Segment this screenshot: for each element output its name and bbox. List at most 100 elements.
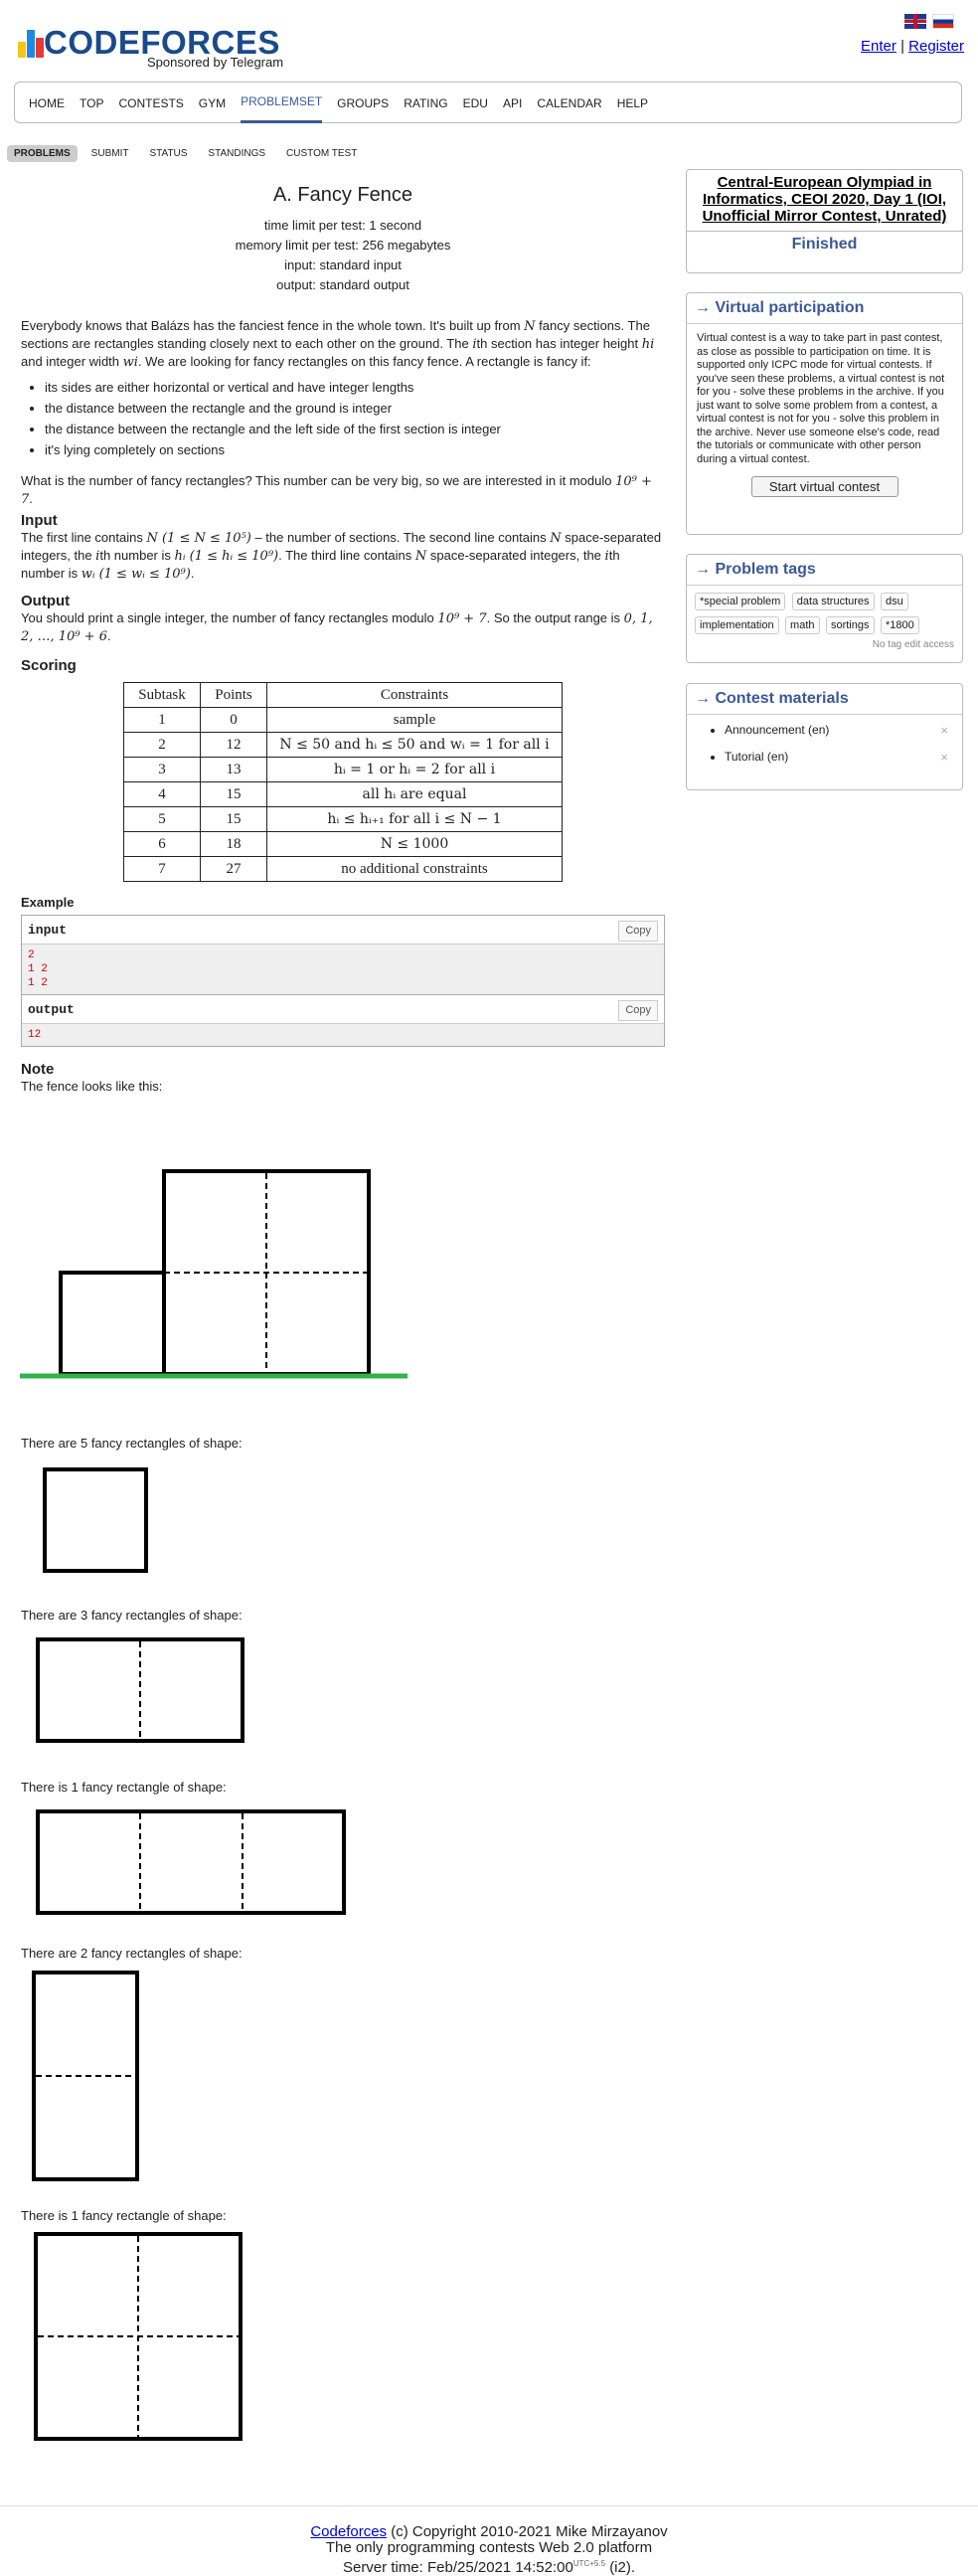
input-text: space-separated integers, the bbox=[429, 548, 601, 563]
scoring-title: Scoring bbox=[21, 657, 77, 674]
subtask-cell: 3 bbox=[123, 757, 201, 782]
input-text: th number is bbox=[99, 548, 171, 563]
menu-rating[interactable]: Rating bbox=[404, 83, 447, 124]
no-tag-edit-note: No tag edit access bbox=[872, 639, 954, 650]
points-cell: 13 bbox=[200, 757, 267, 782]
constraint-cell: all hᵢ are equal bbox=[266, 781, 563, 807]
main-menu: Home Top Contests Gym Problemset Groups … bbox=[14, 82, 962, 123]
tag-chip[interactable]: sortings bbox=[825, 616, 875, 634]
footer-tagline: The only programming contests Web 2.0 pl… bbox=[325, 2539, 653, 2556]
menu-groups[interactable]: Groups bbox=[337, 83, 389, 124]
output-text: You should print a single integer, the n… bbox=[21, 610, 434, 625]
footer-codeforces-link[interactable]: Codeforces bbox=[310, 2523, 387, 2540]
server-time-text: Server time: Feb/25/2021 14:52:00 bbox=[342, 2559, 573, 2576]
input-spec: The first line contains N (1 ≤ N ≤ 10⁵) … bbox=[21, 530, 662, 582]
close-icon[interactable]: × bbox=[940, 750, 948, 765]
shape-outline bbox=[36, 1809, 346, 1915]
copy-output-button[interactable]: Copy bbox=[618, 1000, 658, 1021]
enter-link[interactable]: Enter bbox=[861, 38, 896, 55]
tag-chip[interactable]: data structures bbox=[791, 593, 875, 610]
math-modulo: 10⁹ + 7 bbox=[437, 611, 487, 626]
table-row: 4 15 all hᵢ are equal bbox=[123, 781, 563, 807]
shape-caption: There are 5 fancy rectangles of shape: bbox=[21, 1436, 243, 1451]
announcement-link[interactable]: Announcement (en) bbox=[725, 723, 829, 737]
menu-calendar[interactable]: Calendar bbox=[537, 83, 601, 124]
input-text: . The third line contains bbox=[278, 548, 412, 563]
menu-api[interactable]: API bbox=[503, 83, 522, 124]
shape-caption: There is 1 fancy rectangle of shape: bbox=[21, 2208, 227, 2223]
output-text: . So the output range is bbox=[486, 610, 621, 625]
tag-chip[interactable]: *special problem bbox=[695, 593, 786, 610]
shape-2x1-figure bbox=[36, 1637, 244, 1743]
math-n: N bbox=[524, 319, 536, 334]
menu-top[interactable]: Top bbox=[80, 83, 103, 124]
legend-text: . We are looking for fancy rectangles on… bbox=[137, 354, 591, 369]
constraint-cell: sample bbox=[266, 707, 563, 733]
virtual-title: → Virtual participation bbox=[687, 293, 962, 324]
tab-submit[interactable]: Submit bbox=[84, 145, 136, 162]
tab-status[interactable]: Status bbox=[142, 145, 194, 162]
table-row: 2 12 N ≤ 50 and hᵢ ≤ 50 and wᵢ = 1 for all… bbox=[123, 732, 563, 758]
start-virtual-contest-button[interactable]: Start virtual contest bbox=[750, 476, 898, 497]
close-icon[interactable]: × bbox=[940, 723, 948, 738]
footer-server-time: Server time: Feb/25/2021 14:52:00UTC+5.5… bbox=[0, 2556, 978, 2576]
tab-standings[interactable]: Standings bbox=[201, 145, 272, 162]
russian-flag-icon[interactable] bbox=[932, 14, 954, 29]
shape-1x1-figure bbox=[43, 1467, 148, 1573]
shape-2x2-figure bbox=[34, 2232, 243, 2441]
tag-chip[interactable]: math bbox=[785, 616, 820, 634]
sample-input-label: input bbox=[28, 923, 68, 938]
sample-output-label: output bbox=[28, 1002, 75, 1017]
tab-problems[interactable]: Problems bbox=[7, 145, 78, 162]
shape-caption: There are 2 fancy rectangles of shape: bbox=[21, 1946, 243, 1961]
points-cell: 15 bbox=[200, 806, 267, 832]
register-link[interactable]: Register bbox=[908, 38, 964, 55]
math-wi: wi bbox=[122, 355, 138, 370]
menu-problemset[interactable]: Problemset bbox=[241, 83, 323, 123]
menu-contests[interactable]: Contests bbox=[118, 83, 183, 124]
virtual-participation-box: → Virtual participation Virtual contest … bbox=[686, 292, 963, 535]
problem-statement: A. Fancy Fence time limit per test: 1 se… bbox=[21, 185, 665, 1095]
menu-help[interactable]: Help bbox=[617, 83, 648, 124]
sample-input[interactable]: 2 1 2 1 2 bbox=[22, 945, 664, 994]
virtual-text: Virtual contest is a way to take part in… bbox=[697, 332, 945, 465]
footer: Codeforces (c) Copyright 2010-2021 Mike … bbox=[0, 2505, 978, 2576]
sample-output-header: output Copy bbox=[22, 994, 664, 1024]
contest-name-link[interactable]: Central-European Olympiad in Informatics… bbox=[687, 170, 962, 225]
menu-edu[interactable]: Edu bbox=[463, 83, 488, 124]
copy-input-button[interactable]: Copy bbox=[618, 921, 658, 942]
english-flag-icon[interactable] bbox=[904, 14, 926, 29]
list-item: Announcement (en) × bbox=[725, 723, 962, 738]
menu-home[interactable]: Home bbox=[29, 83, 65, 124]
sample-output[interactable]: 12 bbox=[22, 1024, 664, 1046]
shape-outline bbox=[43, 1467, 148, 1573]
points-cell: 12 bbox=[200, 732, 267, 758]
subtask-cell: 2 bbox=[123, 732, 201, 758]
list-item: the distance between the rectangle and t… bbox=[45, 421, 665, 437]
materials-list: Announcement (en) × Tutorial (en) × bbox=[687, 715, 962, 765]
tutorial-link[interactable]: Tutorial (en) bbox=[725, 750, 788, 764]
input-title: Input bbox=[21, 512, 58, 529]
tag-list: *special problem data structures dsu imp… bbox=[687, 586, 962, 639]
shape-3x1-figure bbox=[36, 1809, 346, 1915]
tag-chip[interactable]: implementation bbox=[695, 616, 779, 634]
codeforces-logo[interactable]: CODEFORCES Sponsored by Telegram bbox=[18, 22, 296, 72]
note-title: Note bbox=[21, 1061, 55, 1078]
table-header-row: Subtask Points Constraints bbox=[123, 682, 563, 708]
points-cell: 15 bbox=[200, 781, 267, 807]
tag-chip[interactable]: *1800 bbox=[880, 616, 919, 634]
output-title: Output bbox=[21, 593, 71, 609]
math-h-bound: hᵢ (1 ≤ hᵢ ≤ 10⁹) bbox=[174, 549, 279, 564]
note-intro: The fence looks like this: bbox=[21, 1079, 163, 1094]
subtask-cell: 1 bbox=[123, 707, 201, 733]
list-item: the distance between the rectangle and t… bbox=[45, 400, 665, 417]
menu-gym[interactable]: Gym bbox=[199, 83, 226, 124]
shape-caption: There are 3 fancy rectangles of shape: bbox=[21, 1608, 243, 1623]
tab-custom-test[interactable]: Custom test bbox=[279, 145, 364, 162]
legend-text: and integer width bbox=[21, 354, 120, 369]
constraint-cell: N ≤ 1000 bbox=[266, 831, 563, 857]
memory-limit: memory limit per test: 256 megabytes bbox=[235, 238, 451, 253]
tag-chip[interactable]: dsu bbox=[881, 593, 908, 610]
input-text: – the number of sections. The second lin… bbox=[254, 530, 547, 545]
points-cell: 0 bbox=[200, 707, 267, 733]
